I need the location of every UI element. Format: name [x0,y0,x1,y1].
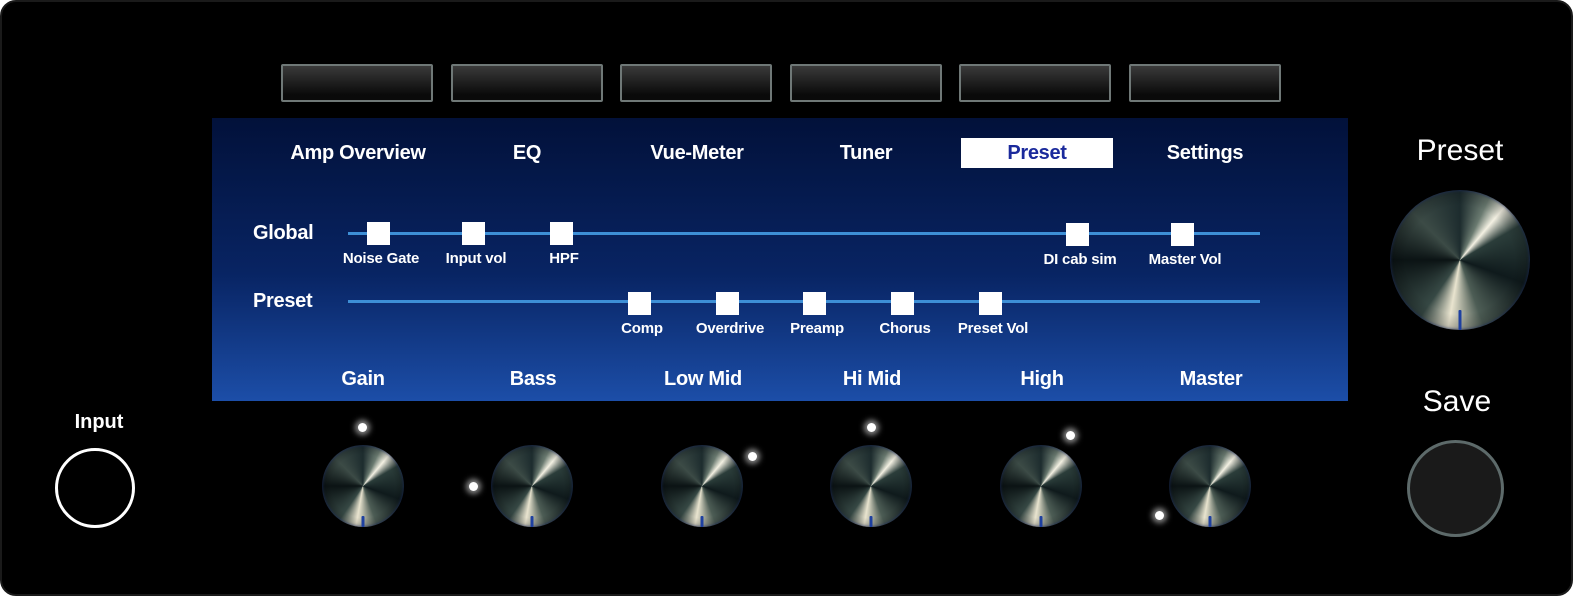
tab-amp-overview[interactable]: Amp Overview [282,138,434,168]
knob-label-hi-mid: Hi Mid [842,368,902,390]
knob-label-high: High [1020,368,1064,390]
amp-panel: Amp Overview EQ Vue-Meter Tuner Preset S… [0,0,1573,596]
bass-knob[interactable] [491,445,573,527]
node-label-hpf: HPF [549,250,579,267]
save-label: Save [1422,385,1492,418]
node-label-input-vol: Input vol [445,250,507,267]
gain-led [358,423,367,432]
node-noise-gate[interactable] [367,222,390,245]
softkey-5-button[interactable] [959,64,1111,102]
preset-row-label: Preset [253,290,313,312]
input-jack[interactable] [55,448,135,528]
softkey-1-button[interactable] [281,64,433,102]
knob-label-master: Master [1179,368,1243,390]
node-label-noise-gate: Noise Gate [342,250,420,267]
node-di-cab-sim[interactable] [1066,223,1089,246]
node-input-vol[interactable] [462,222,485,245]
node-label-preamp: Preamp [790,320,844,337]
master-led [1155,511,1164,520]
bass-led [469,482,478,491]
node-comp[interactable] [628,292,651,315]
global-row-label: Global [253,222,314,244]
tab-settings[interactable]: Settings [1129,138,1281,168]
high-knob[interactable] [1000,445,1082,527]
node-label-overdrive: Overdrive [695,320,765,337]
node-preset-vol[interactable] [979,292,1002,315]
input-label: Input [74,411,124,433]
knob-label-gain: Gain [341,368,385,390]
tab-preset[interactable]: Preset [961,138,1113,168]
master-knob[interactable] [1169,445,1251,527]
node-label-preset-vol: Preset Vol [957,320,1029,337]
preset-knob-label: Preset [1416,134,1504,167]
softkey-2-button[interactable] [451,64,603,102]
node-chorus[interactable] [891,292,914,315]
gain-knob[interactable] [322,445,404,527]
node-label-master-vol: Master Vol [1148,251,1222,268]
tab-vue-meter[interactable]: Vue-Meter [621,138,773,168]
hi-mid-knob[interactable] [830,445,912,527]
softkey-4-button[interactable] [790,64,942,102]
save-button[interactable] [1407,440,1504,537]
node-master-vol[interactable] [1171,223,1194,246]
low-mid-knob[interactable] [661,445,743,527]
tab-eq[interactable]: EQ [451,138,603,168]
node-label-di-cab-sim: DI cab sim [1043,251,1117,268]
hi-mid-led [867,423,876,432]
node-label-chorus: Chorus [879,320,931,337]
tab-tuner[interactable]: Tuner [790,138,942,168]
node-label-comp: Comp [621,320,663,337]
node-preamp[interactable] [803,292,826,315]
high-led [1066,431,1075,440]
node-overdrive[interactable] [716,292,739,315]
knob-label-low-mid: Low Mid [664,368,742,390]
softkey-3-button[interactable] [620,64,772,102]
low-mid-led [748,452,757,461]
knob-label-bass: Bass [509,368,557,390]
node-hpf[interactable] [550,222,573,245]
preset-knob[interactable] [1390,190,1530,330]
softkey-6-button[interactable] [1129,64,1281,102]
